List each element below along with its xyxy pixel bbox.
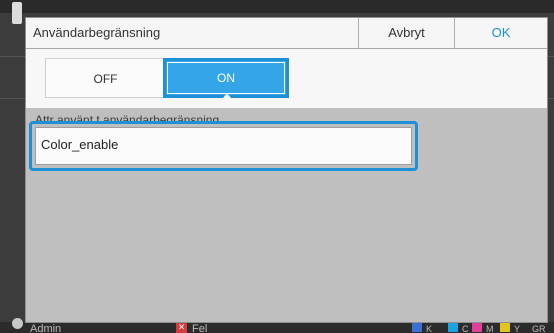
background-top-bar: [0, 0, 554, 24]
ink-label-m: M: [486, 324, 494, 333]
section-label: Attr använt t användarbegränsning: [35, 113, 220, 121]
ink-c-icon: [448, 323, 458, 332]
status-bar: Admin ✕ Fel K C M Y GR: [0, 318, 554, 333]
ink-label-y: Y: [514, 324, 521, 333]
toggle-on-button[interactable]: ON: [163, 58, 289, 98]
ink-k-icon: [412, 323, 422, 332]
ink-label-gr: GR: [532, 324, 546, 333]
user-restriction-dialog: Användarbegränsning Avbryt OK OFF ON Att…: [25, 17, 548, 323]
user-name: Admin: [30, 323, 62, 333]
ink-m-icon: [472, 323, 482, 332]
ok-button[interactable]: OK: [454, 18, 547, 48]
cancel-button[interactable]: Avbryt: [358, 18, 454, 48]
dialog-title: Användarbegränsning: [33, 25, 161, 40]
attribute-field[interactable]: Color_enable: [29, 121, 418, 171]
home-icon: [12, 2, 22, 24]
error-label: Fel: [192, 323, 208, 333]
error-icon: ✕: [176, 322, 187, 333]
user-icon: [12, 318, 23, 329]
ink-label-k: K: [426, 324, 433, 333]
ink-y-icon: [500, 323, 510, 332]
dialog-header: Användarbegränsning Avbryt OK: [26, 18, 547, 49]
attribute-field-value: Color_enable: [35, 127, 412, 165]
toggle-panel: OFF ON: [26, 49, 547, 108]
toggle-off-button[interactable]: OFF: [45, 58, 166, 98]
device-screen: Admin ✕ Fel K C M Y GR Användarbegränsni…: [0, 0, 554, 333]
panel-pointer: [219, 93, 235, 103]
ink-label-c: C: [462, 324, 469, 333]
